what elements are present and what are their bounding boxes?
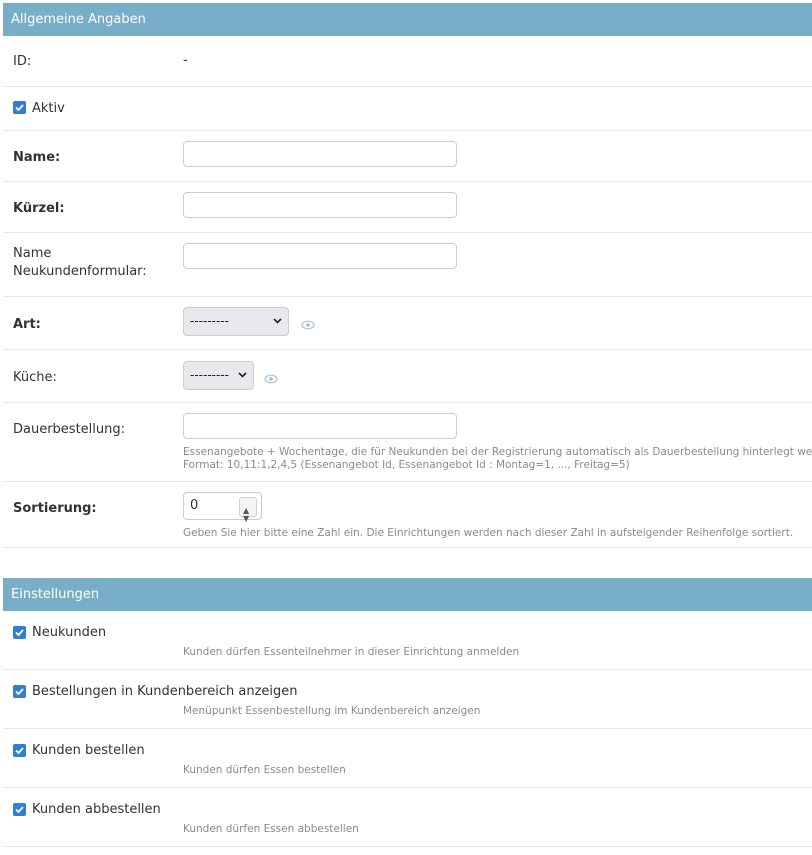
setting-help: Kunden dürfen Essen abbestellen <box>183 823 359 835</box>
row-short: Kürzel: <box>3 182 812 233</box>
setting-label: Neukunden <box>32 625 107 640</box>
fieldset-settings: Einstellungen Neukunden Kunden dürfen Es… <box>3 578 812 848</box>
eye-icon[interactable] <box>301 320 315 330</box>
eye-icon[interactable] <box>264 374 278 384</box>
standing-help-line1: Essenangebote + Wochentage, die für Neuk… <box>183 446 812 458</box>
row-kitchen: Küche: --------- <box>3 350 812 403</box>
setting-label: Kunden bestellen <box>32 743 145 758</box>
active-label: Aktiv <box>32 101 65 116</box>
setting-checkbox-show-orders[interactable] <box>13 685 26 698</box>
sort-input-value: 0 <box>190 498 199 513</box>
standing-label: Dauerbestellung: <box>13 422 126 437</box>
signup-name-label-line2: Neukundenformular: <box>13 264 147 279</box>
settings-row: Bestellungen in Kundenbereich anzeigen M… <box>3 670 812 729</box>
fieldset-general-header: Allgemeine Angaben <box>3 3 812 36</box>
setting-help: Menüpunkt Essenbestellung im Kundenberei… <box>183 705 481 717</box>
type-label: Art: <box>13 317 41 332</box>
check-icon <box>15 806 24 814</box>
sort-spinner[interactable]: ▲ ▼ <box>239 497 257 523</box>
standing-help-line2: Format: 10,11:1,2,4,5 (Essenangebot Id, … <box>183 459 630 471</box>
id-value: - <box>183 53 188 68</box>
sort-input[interactable]: 0 ▲ ▼ <box>183 492 262 523</box>
row-active: Aktiv <box>3 87 812 131</box>
type-select[interactable]: --------- <box>183 307 289 336</box>
sort-label: Sortierung: <box>13 501 97 516</box>
kitchen-select[interactable]: --------- <box>183 361 254 390</box>
admin-form: Allgemeine Angaben ID: - Aktiv Name: Kür… <box>0 0 812 855</box>
check-icon <box>15 629 24 637</box>
settings-row: Kunden bestellen Kunden dürfen Essen bes… <box>3 729 812 788</box>
kitchen-label: Küche: <box>13 370 57 385</box>
setting-help: Kunden dürfen Essenteilnehmer in dieser … <box>183 646 520 658</box>
chevron-down-icon <box>238 362 247 400</box>
type-select-value: --------- <box>190 314 229 328</box>
check-icon <box>15 104 24 112</box>
kitchen-select-value: --------- <box>190 368 229 382</box>
setting-help: Kunden dürfen Essen bestellen <box>183 764 346 776</box>
short-input[interactable] <box>183 192 457 218</box>
row-signup-name: Name Neukundenformular: <box>3 233 812 297</box>
name-input[interactable] <box>183 141 457 167</box>
active-checkbox[interactable] <box>13 101 26 114</box>
setting-label: Kunden abbestellen <box>32 802 161 817</box>
row-sort: Sortierung: 0 ▲ ▼ Geben Sie hier bitte e… <box>3 482 812 548</box>
id-label: ID: <box>13 54 32 69</box>
row-type: Art: --------- <box>3 297 812 350</box>
row-standing-order: Dauerbestellung: Essenangebote + Wochent… <box>3 403 812 482</box>
settings-row: Neukunden Kunden dürfen Essenteilnehmer … <box>3 611 812 670</box>
sort-help: Geben Sie hier bitte eine Zahl ein. Die … <box>183 527 794 539</box>
standing-input[interactable] <box>183 413 457 439</box>
setting-label: Bestellungen in Kundenbereich anzeigen <box>32 684 298 699</box>
short-label: Kürzel: <box>13 201 65 216</box>
setting-checkbox-customers-cancel[interactable] <box>13 803 26 816</box>
row-id: ID: - <box>3 36 812 87</box>
setting-checkbox-new-customers[interactable] <box>13 626 26 639</box>
check-icon <box>15 688 24 696</box>
fieldset-general: Allgemeine Angaben ID: - Aktiv Name: Kür… <box>3 3 812 548</box>
row-name: Name: <box>3 131 812 182</box>
name-label: Name: <box>13 150 61 165</box>
check-icon <box>15 747 24 755</box>
settings-row: Kunden abbestellen Kunden dürfen Essen a… <box>3 788 812 847</box>
signup-name-label-line1: Name <box>13 246 52 261</box>
setting-checkbox-customers-order[interactable] <box>13 744 26 757</box>
chevron-down-icon <box>273 308 282 346</box>
fieldset-settings-header: Einstellungen <box>3 578 812 611</box>
signup-name-input[interactable] <box>183 243 457 269</box>
